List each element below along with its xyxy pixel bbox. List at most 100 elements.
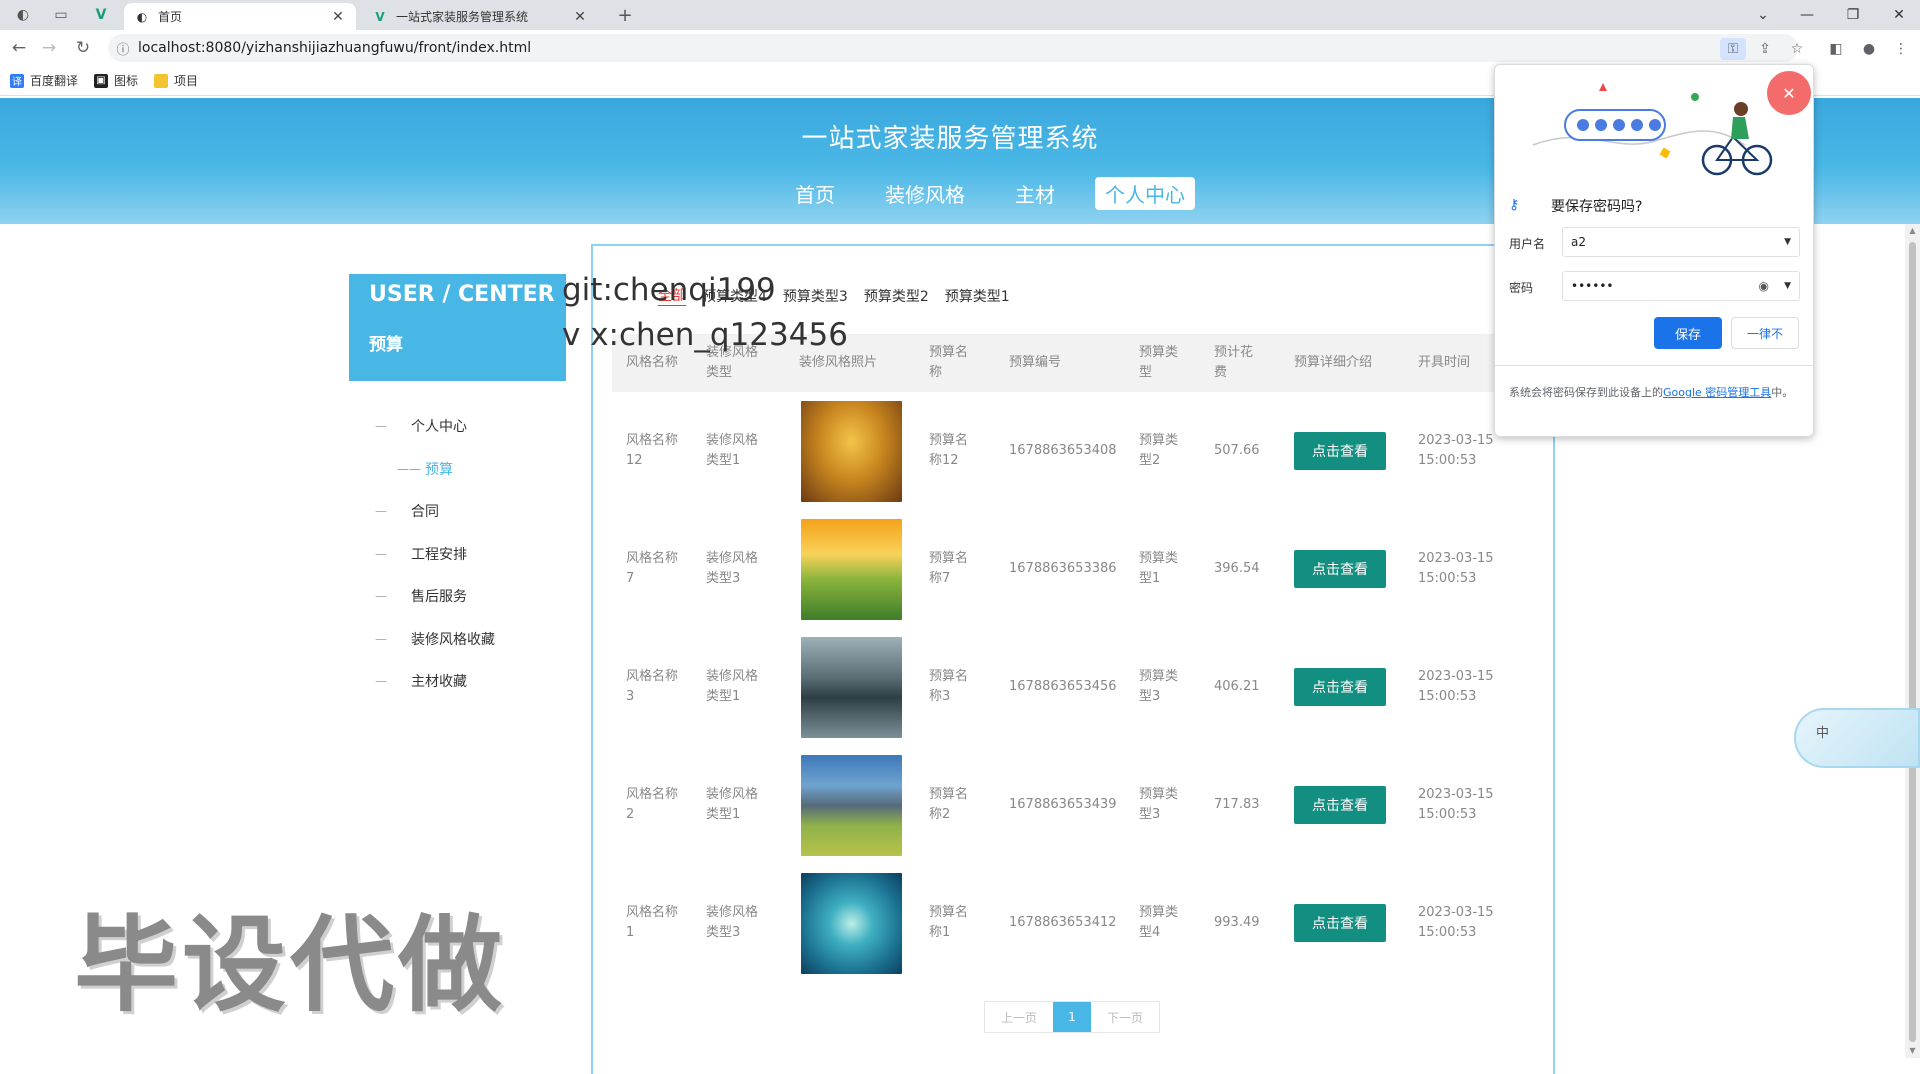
menu-kebab-icon[interactable]: ⋮: [1890, 38, 1912, 60]
budget-no-cell: 1678863653386: [1009, 561, 1117, 576]
style-name-cell: 风格名称7: [626, 551, 679, 586]
save-password-button[interactable]: 保存: [1654, 317, 1722, 349]
page-scrollbar[interactable]: ▲ ▼: [1905, 224, 1920, 1058]
sidebar-item-style-favorites[interactable]: — 装修风格收藏: [375, 618, 575, 661]
username-value: a2: [1571, 235, 1586, 249]
sidebar-item-schedule[interactable]: — 工程安排: [375, 533, 575, 576]
next-page-button[interactable]: 下一页: [1091, 1002, 1159, 1032]
watermark-big: 毕设代做: [74, 904, 507, 1026]
user-center-title: USER / CENTER: [369, 282, 555, 307]
close-tab-icon[interactable]: ✕: [330, 9, 346, 25]
budget-name-cell: 预算名称7: [929, 551, 969, 586]
scroll-down-icon[interactable]: ▼: [1905, 1044, 1920, 1058]
col-budget-no: 预算编号: [1009, 355, 1062, 370]
budget-no-cell: 1678863653412: [1009, 915, 1117, 930]
table-row: 风格名称7 装修风格类型3 预算名称7 1678863653386 预算类型1 396.5…: [612, 510, 1525, 628]
scroll-up-icon[interactable]: ▲: [1905, 224, 1920, 238]
password-manager-link[interactable]: Google 密码管理工具: [1663, 386, 1771, 399]
sidebar-item-contract[interactable]: — 合同: [375, 490, 575, 533]
side-panel-icon[interactable]: ◧: [1825, 38, 1847, 60]
close-tab-icon[interactable]: ✕: [572, 9, 588, 25]
restore-button[interactable]: ❐: [1830, 0, 1876, 30]
style-type-cell: 装修风格类型1: [706, 669, 759, 704]
budget-type-cell: 预算类型3: [1139, 669, 1179, 704]
password-field[interactable]: •••••• ◉ ▼: [1562, 271, 1800, 301]
col-detail: 预算详细介绍: [1294, 355, 1373, 370]
minimize-button[interactable]: —: [1784, 0, 1830, 30]
style-photo[interactable]: [801, 518, 902, 620]
nav-home[interactable]: 首页: [785, 177, 845, 210]
detail-cell: 点击查看: [1280, 432, 1404, 470]
sidebar-item-user-center[interactable]: — 个人中心: [375, 405, 575, 448]
style-type-cell: 装修风格类型3: [706, 551, 759, 586]
chevron-down-icon[interactable]: ▼: [1784, 281, 1791, 291]
bookmark-project[interactable]: 项目: [154, 72, 198, 89]
close-window-button[interactable]: ✕: [1876, 0, 1920, 30]
share-icon[interactable]: ⇪: [1754, 38, 1776, 60]
nav-materials[interactable]: 主材: [1005, 177, 1065, 210]
tab-home[interactable]: ◐ 首页 ✕: [124, 3, 356, 30]
view-detail-button[interactable]: 点击查看: [1294, 550, 1386, 588]
close-icon[interactable]: ✕: [1767, 71, 1811, 115]
pinned-tab-globe-icon[interactable]: ◐: [10, 3, 36, 27]
info-icon[interactable]: ⓘ: [108, 39, 138, 58]
globe-icon: ◐: [136, 9, 148, 24]
col-style-name: 风格名称: [626, 355, 679, 370]
style-photo[interactable]: [801, 400, 902, 502]
style-name-cell: 风格名称1: [626, 905, 679, 940]
prev-page-button[interactable]: 上一页: [985, 1002, 1053, 1032]
pagination: 上一页 1 下一页: [984, 1001, 1160, 1033]
filter-type-3[interactable]: 预算类型3: [783, 286, 848, 306]
view-detail-button[interactable]: 点击查看: [1294, 904, 1386, 942]
star-icon[interactable]: ☆: [1786, 38, 1808, 60]
view-detail-button[interactable]: 点击查看: [1294, 786, 1386, 824]
sidebar-item-budget[interactable]: —— 预算: [375, 448, 575, 491]
tab-search-chevron-icon[interactable]: ⌄: [1740, 0, 1786, 30]
username-field[interactable]: a2 ▼: [1562, 227, 1800, 257]
style-photo-cell: [785, 400, 915, 502]
main-nav: 首页 装修风格 主材 个人中心: [770, 176, 1210, 210]
view-detail-button[interactable]: 点击查看: [1294, 432, 1386, 470]
key-icon[interactable]: ⚿: [1720, 38, 1746, 60]
nav-decor-style[interactable]: 装修风格: [875, 177, 975, 210]
back-arrow-icon[interactable]: ←: [6, 36, 32, 60]
sidebar-item-after-sales[interactable]: — 售后服务: [375, 575, 575, 618]
scroll-thumb[interactable]: [1909, 242, 1916, 1042]
pinned-tab-vue-icon[interactable]: V: [88, 3, 114, 27]
profile-avatar-icon[interactable]: ●: [1858, 38, 1880, 60]
translate-icon: 译: [10, 73, 24, 88]
dash-icon: ——: [397, 461, 421, 476]
reload-icon[interactable]: ↻: [70, 36, 96, 60]
floating-assistant-widget[interactable]: 中: [1794, 708, 1920, 768]
new-tab-button[interactable]: +: [612, 3, 638, 27]
filter-type-1[interactable]: 预算类型1: [945, 286, 1010, 306]
cost-cell: 717.83: [1214, 797, 1260, 812]
forward-arrow-icon[interactable]: →: [36, 36, 62, 60]
eye-icon[interactable]: ◉: [1759, 279, 1769, 293]
page-1-button[interactable]: 1: [1053, 1002, 1091, 1032]
budget-type-cell: 预算类型2: [1139, 433, 1179, 468]
tab-system[interactable]: V 一站式家装服务管理系统 ✕: [362, 3, 598, 30]
bookmark-label: 百度翻译: [30, 74, 79, 88]
budget-no-cell: 1678863653456: [1009, 679, 1117, 694]
never-button[interactable]: 一律不: [1731, 317, 1799, 349]
bookmark-icons[interactable]: ▣ 图标: [94, 72, 138, 89]
style-photo-cell: [785, 636, 915, 738]
dash-icon: —: [375, 504, 387, 519]
style-photo[interactable]: [801, 754, 902, 856]
style-photo[interactable]: [801, 872, 902, 974]
nav-user-center[interactable]: 个人中心: [1095, 176, 1195, 210]
view-detail-button[interactable]: 点击查看: [1294, 668, 1386, 706]
col-cost: 预计花费: [1214, 345, 1254, 380]
ime-label: 中: [1816, 726, 1830, 741]
filter-type-2[interactable]: 预算类型2: [864, 286, 929, 306]
time-cell: 2023-03-15 15:00:53: [1418, 433, 1494, 468]
sidebar-item-material-favorites[interactable]: — 主材收藏: [375, 660, 575, 703]
sidebar-menu: — 个人中心 —— 预算 — 合同 — 工程安排 — 售后服务 — 装修风格收藏 — 主材收藏: [375, 405, 575, 703]
bookmark-baidu-translate[interactable]: 译 百度翻译: [10, 72, 78, 89]
chevron-down-icon[interactable]: ▼: [1784, 237, 1791, 247]
style-photo[interactable]: [801, 636, 902, 738]
dash-icon: —: [375, 589, 387, 604]
address-bar[interactable]: ⓘ localhost:8080/yizhanshijiazhuangfuwu/…: [108, 34, 1798, 62]
pinned-tab-blank-icon[interactable]: ▭: [48, 3, 74, 27]
